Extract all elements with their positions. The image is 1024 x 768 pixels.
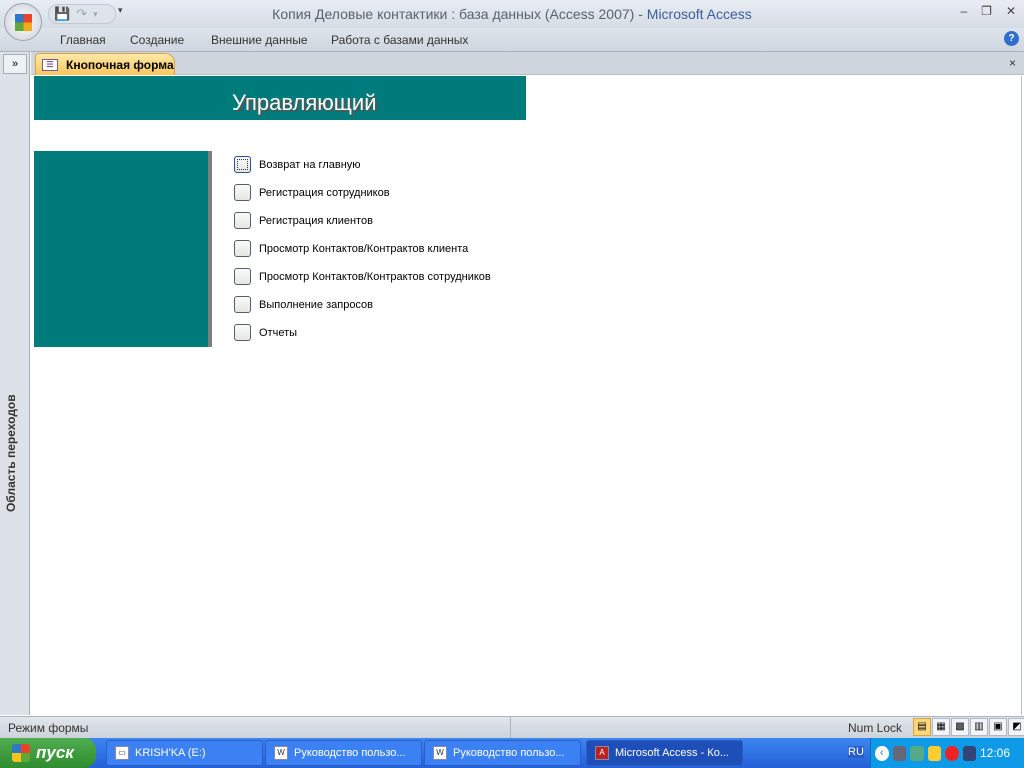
document-tab-bar: ☰ Кнопочная форма × [31,52,1024,75]
nav-pane-toggle-button[interactable]: » [3,54,27,74]
start-label: пуск [36,743,74,762]
datasheet-view-icon[interactable]: ▦ [932,718,950,736]
app-tray-icon[interactable] [962,745,976,761]
tab-switchboard-form[interactable]: ☰ Кнопочная форма [35,53,175,75]
menu-item-label[interactable]: Просмотр Контактов/Контрактов сотруднико… [259,271,491,283]
taskbar-item-word-2[interactable]: W Руководство пользо... [424,740,581,766]
menu-item: Просмотр Контактов/Контрактов сотруднико… [234,268,491,285]
ribbon-tabs: Главная Создание Внешние данные Работа с… [0,28,1024,52]
window-title: Копия Деловые контактики : база данных (… [0,6,1024,22]
task-label: Руководство пользо... [294,747,406,759]
restore-icon[interactable]: ❐ [981,4,992,18]
form-icon: ☰ [42,58,58,71]
menu-button[interactable] [234,268,251,285]
menu-button[interactable] [234,296,251,313]
network-disconnected-icon[interactable] [892,745,906,761]
access-icon: A [595,746,609,760]
safely-remove-icon[interactable] [910,745,924,761]
form-title: Управляющий [232,90,377,115]
title-separator: - [634,6,647,22]
document-title: Копия Деловые контактики : база данных (… [272,6,635,22]
help-icon[interactable]: ? [1004,31,1019,46]
menu-button[interactable] [234,184,251,201]
menu-button[interactable] [234,324,251,341]
menu-button[interactable] [234,240,251,257]
tab-label: Кнопочная форма [66,57,174,72]
menu-item-label[interactable]: Возврат на главную [259,159,361,171]
menu-item: Отчеты [234,324,297,341]
menu-button[interactable] [234,156,251,173]
form-header: Управляющий [34,76,526,120]
minimize-icon[interactable]: – [960,4,967,18]
menu-button[interactable] [234,212,251,229]
view-switcher: ▤ ▦ ▩ ▥ ▣ ◩ [912,718,1024,736]
status-divider [510,717,511,739]
status-mode: Режим формы [8,721,89,735]
word-icon: W [433,746,447,760]
tab-external-data[interactable]: Внешние данные [211,33,308,47]
title-bar: 💾 ↷ ▾ ▾ Копия Деловые контактики : база … [0,0,1024,28]
menu-item-label[interactable]: Отчеты [259,327,297,339]
task-label: Microsoft Access - Ко... [615,747,729,759]
task-label: Руководство пользо... [453,747,565,759]
menu-item: Возврат на главную [234,156,361,173]
start-button[interactable]: пуск [0,738,96,768]
menu-item-label[interactable]: Выполнение запросов [259,299,373,311]
antivirus-icon[interactable] [945,745,959,761]
nav-pane-label[interactable]: Область переходов [4,394,18,512]
app-title: Microsoft Access [646,6,752,22]
menu-item-label[interactable]: Просмотр Контактов/Контрактов клиента [259,243,468,255]
taskbar-item-drive[interactable]: ▭ KRISH'KA (E:) [106,740,263,766]
windows-flag-icon [12,744,30,762]
office-logo-icon [15,14,32,31]
task-label: KRISH'KA (E:) [135,747,206,759]
side-band [34,151,212,347]
pivot-chart-view-icon[interactable]: ▥ [970,718,988,736]
word-icon: W [274,746,288,760]
tab-create[interactable]: Создание [130,33,184,47]
form-view-icon[interactable]: ▤ [913,718,931,736]
language-indicator[interactable]: RU [848,746,864,758]
close-document-icon[interactable]: × [1009,56,1016,70]
taskbar-item-word-1[interactable]: W Руководство пользо... [265,740,422,766]
taskbar-item-access[interactable]: A Microsoft Access - Ко... [586,740,743,766]
layout-view-icon[interactable]: ▣ [989,718,1007,736]
tab-home[interactable]: Главная [60,33,106,47]
menu-item: Выполнение запросов [234,296,373,313]
menu-item: Просмотр Контактов/Контрактов клиента [234,240,468,257]
status-bar: Режим формы Num Lock ▤ ▦ ▩ ▥ ▣ ◩ [0,716,1024,739]
taskbar: пуск ▭ KRISH'KA (E:) W Руководство пользо.… [0,738,1024,768]
star-icon[interactable] [927,745,941,761]
menu-item: Регистрация клиентов [234,212,373,229]
menu-item-label[interactable]: Регистрация сотрудников [259,187,390,199]
switchboard-form: Управляющий Возврат на главную Регистрац… [34,76,1022,715]
menu-item: Регистрация сотрудников [234,184,390,201]
close-icon[interactable]: ✕ [1006,4,1016,18]
office-button[interactable] [4,3,42,41]
numlock-indicator: Num Lock [848,721,903,735]
window-controls: – ❐ ✕ [960,4,1016,18]
system-tray: ‹ 12:06 [870,738,1024,768]
design-view-icon[interactable]: ◩ [1008,718,1024,736]
show-hidden-icons-icon[interactable]: ‹ [875,745,889,761]
pivot-table-view-icon[interactable]: ▩ [951,718,969,736]
clock: 12:06 [980,746,1011,760]
drive-icon: ▭ [115,746,129,760]
navigation-pane: » Область переходов [0,52,30,715]
menu-item-label[interactable]: Регистрация клиентов [259,215,373,227]
tab-database-tools[interactable]: Работа с базами данных [331,33,468,47]
